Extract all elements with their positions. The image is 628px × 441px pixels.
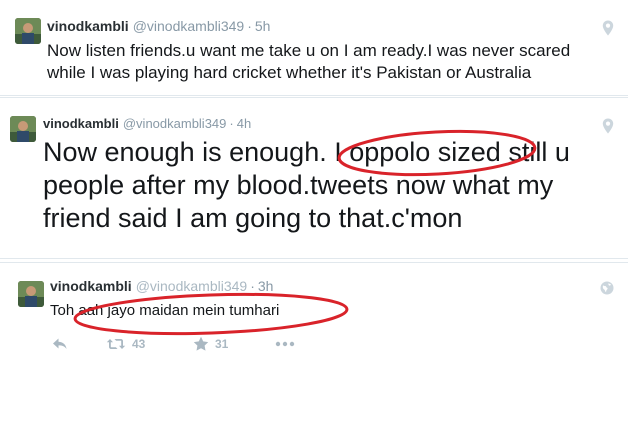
user-handle[interactable]: @vinodkambli349	[136, 278, 248, 294]
tweet-feed: vinodkambli @vinodkambli349 · 5h Now listen…	[0, 0, 628, 441]
timestamp[interactable]: 5h	[255, 18, 271, 34]
display-name[interactable]: vinodkambli	[43, 116, 119, 131]
more-dots-icon	[275, 341, 295, 347]
tweet-header: vinodkambli @vinodkambli349 · 3h	[50, 278, 273, 294]
tweet-header: vinodkambli @vinodkambli349 · 5h	[47, 18, 270, 34]
separator: ·	[250, 278, 255, 294]
tweet[interactable]: vinodkambli @vinodkambli349 · 5h Now listen…	[0, 0, 628, 96]
like-button[interactable]: 31	[193, 335, 228, 353]
tweet-text: Now listen friends.u want me take u on I…	[47, 41, 571, 82]
star-icon	[193, 336, 209, 352]
tweet-text: Toh aah jayo maidan mein tumhari	[50, 302, 280, 319]
tweet-header: vinodkambli @vinodkambli349 · 4h	[43, 116, 251, 132]
user-handle[interactable]: @vinodkambli349	[123, 116, 227, 131]
location-pin-icon[interactable]	[602, 20, 614, 36]
like-count: 31	[215, 337, 229, 351]
retweet-icon	[106, 337, 126, 351]
separator: ·	[247, 18, 252, 34]
display-name[interactable]: vinodkambli	[50, 278, 132, 294]
retweet-button[interactable]: 43	[106, 335, 145, 353]
timestamp[interactable]: 4h	[237, 116, 251, 131]
avatar[interactable]	[18, 281, 44, 307]
reply-button[interactable]	[52, 335, 68, 353]
user-handle[interactable]: @vinodkambli349	[133, 18, 245, 34]
location-pin-icon[interactable]	[602, 118, 614, 134]
reply-icon	[52, 337, 68, 351]
more-button[interactable]	[275, 335, 295, 353]
avatar[interactable]	[10, 116, 36, 142]
avatar[interactable]	[15, 18, 41, 44]
tweet-text: Now enough is enough. I oppolo sized sti…	[43, 137, 570, 233]
separator: ·	[229, 116, 234, 131]
tweet[interactable]: vinodkambli @vinodkambli349 · 3h Toh aah ja…	[0, 262, 628, 360]
display-name[interactable]: vinodkambli	[47, 18, 129, 34]
retweet-count: 43	[132, 337, 146, 351]
tweet[interactable]: vinodkambli @vinodkambli349 · 4h Now enough…	[0, 97, 628, 259]
timestamp[interactable]: 3h	[258, 278, 274, 294]
globe-icon[interactable]	[600, 281, 614, 295]
